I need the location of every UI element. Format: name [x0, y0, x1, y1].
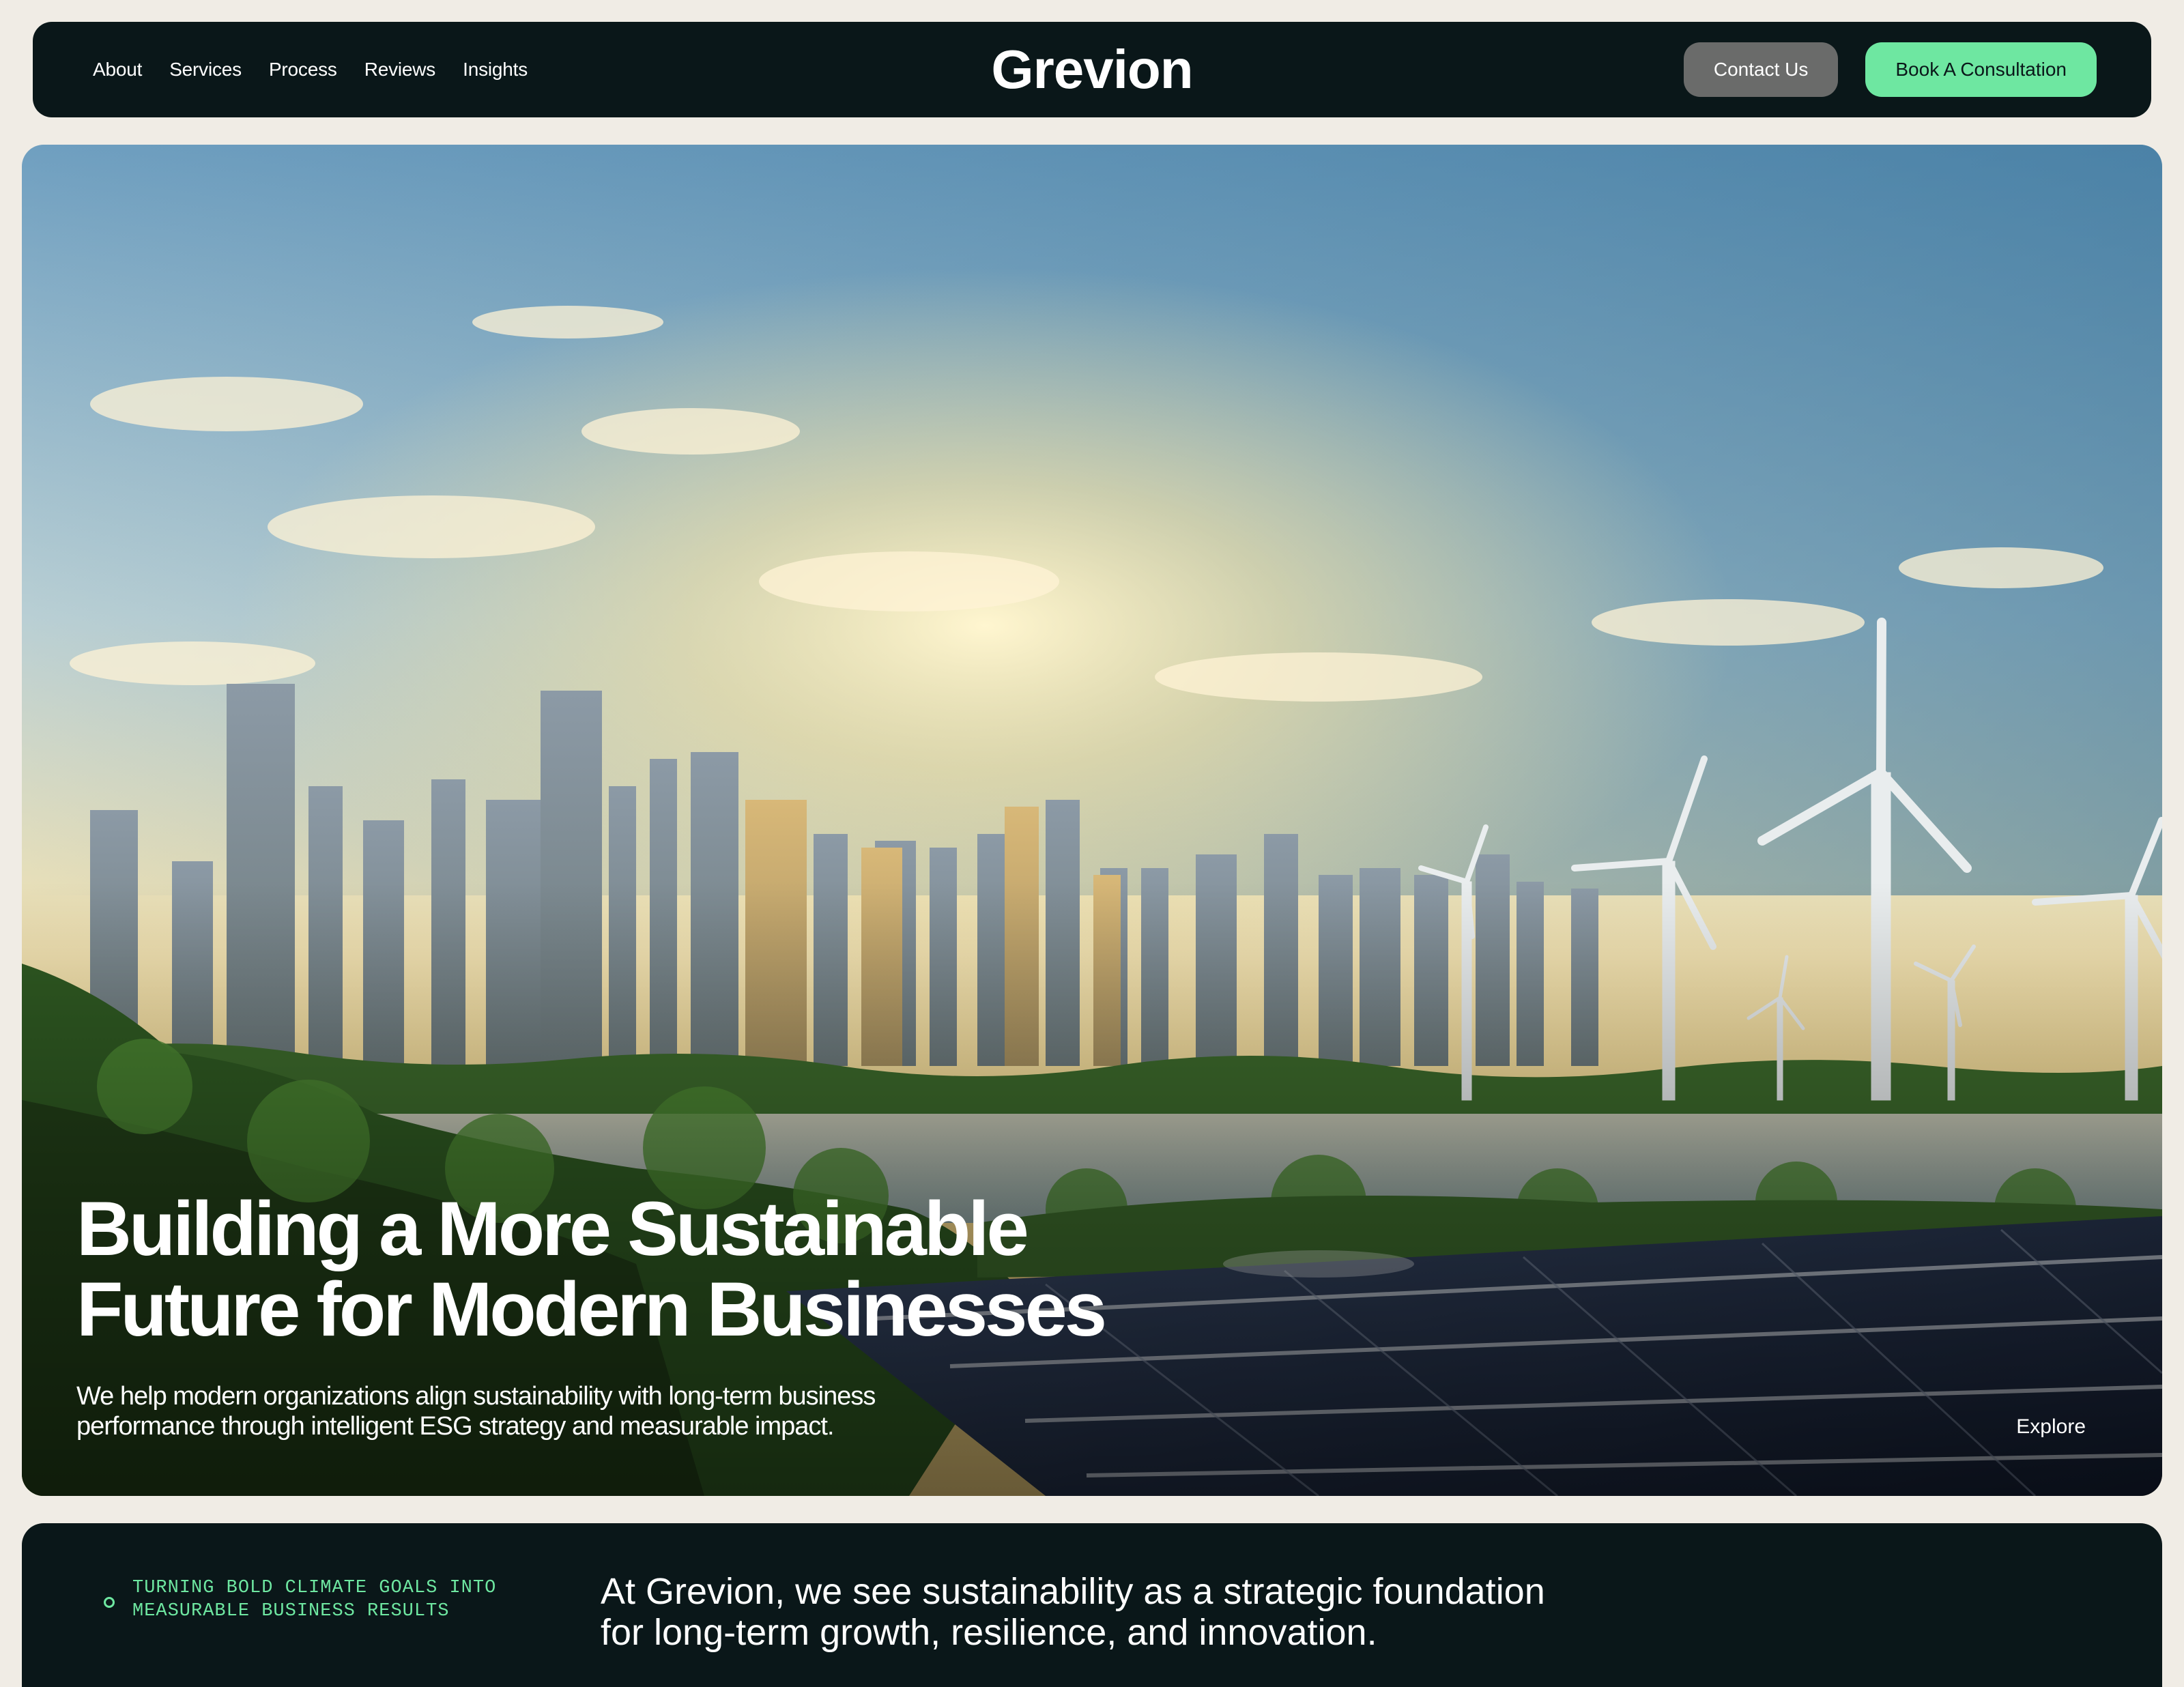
tagline-line: MEASURABLE BUSINESS RESULTS: [132, 1601, 450, 1621]
tagline: TURNING BOLD CLIMATE GOALS INTO MEASURAB…: [104, 1576, 496, 1623]
hero-subtitle-line: performance through intelligent ESG stra…: [76, 1412, 835, 1441]
statement-line: for long-term growth, resilience, and in…: [601, 1612, 1377, 1653]
tagline-line: TURNING BOLD CLIMATE GOALS INTO: [132, 1578, 497, 1598]
nav-link-insights[interactable]: Insights: [463, 59, 528, 81]
hero-subtitle-line: We help modern organizations align susta…: [76, 1382, 876, 1411]
nav-link-about[interactable]: About: [93, 59, 142, 81]
contact-us-button[interactable]: Contact Us: [1683, 42, 1839, 97]
top-navbar: About Services Process Reviews Insights …: [33, 22, 2151, 117]
bullet-dot-icon: [104, 1597, 115, 1608]
hero-title: Building a More Sustainable Future for M…: [76, 1189, 1237, 1350]
statement-line: At Grevion, we see sustainability as a s…: [601, 1571, 1545, 1612]
book-consultation-button[interactable]: Book A Consultation: [1865, 42, 2097, 97]
nav-actions: Contact Us Book A Consultation: [1683, 22, 2097, 117]
tagline-text: TURNING BOLD CLIMATE GOALS INTO MEASURAB…: [132, 1576, 496, 1623]
hero-subtitle: We help modern organizations align susta…: [76, 1381, 1032, 1441]
hero-title-line: Building a More Sustainable: [76, 1186, 1029, 1271]
hero-section: Building a More Sustainable Future for M…: [22, 145, 2162, 1496]
nav-link-process[interactable]: Process: [269, 59, 337, 81]
nav-link-services[interactable]: Services: [169, 59, 242, 81]
nav-links: About Services Process Reviews Insights: [93, 22, 528, 117]
mission-statement: At Grevion, we see sustainability as a s…: [601, 1571, 1545, 1653]
hero-title-line: Future for Modern Businesses: [76, 1267, 1107, 1352]
explore-link[interactable]: Explore: [2016, 1415, 2086, 1439]
about-section: TURNING BOLD CLIMATE GOALS INTO MEASURAB…: [22, 1523, 2162, 1687]
nav-link-reviews[interactable]: Reviews: [364, 59, 436, 81]
